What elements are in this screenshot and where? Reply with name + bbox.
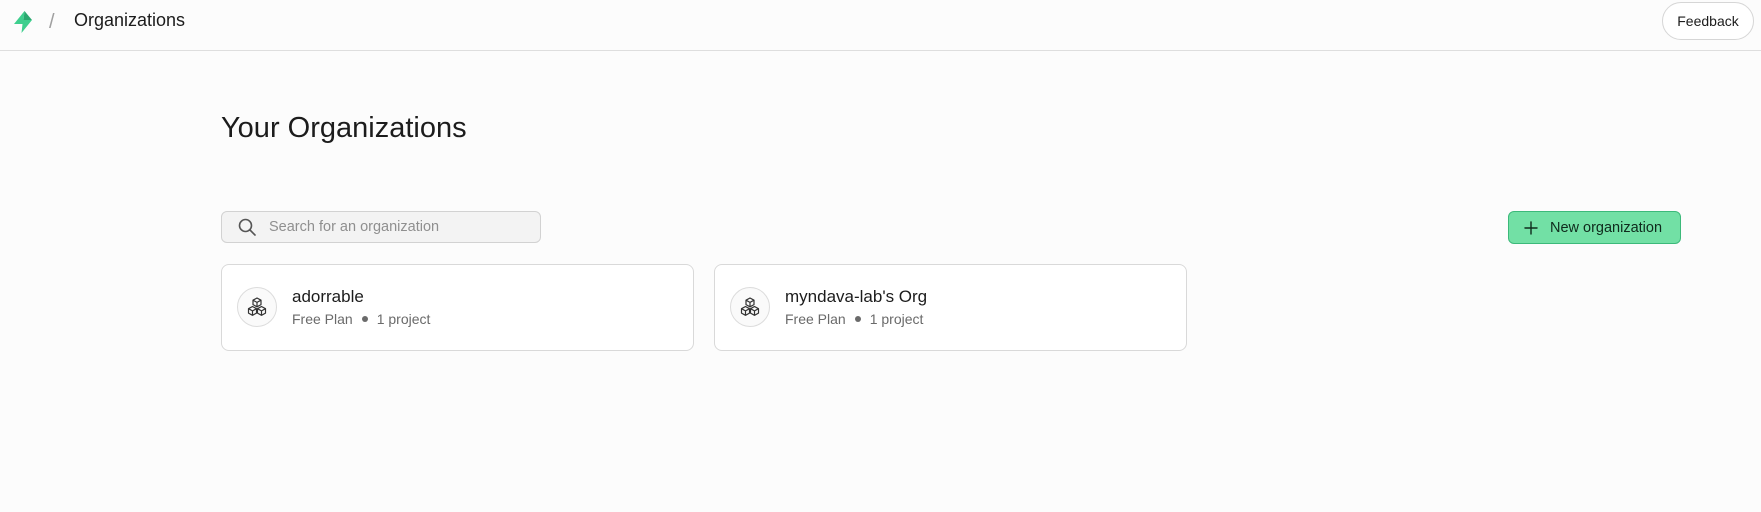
feedback-button[interactable]: Feedback <box>1662 2 1754 40</box>
organization-card[interactable]: adorrable Free Plan 1 project <box>221 264 694 351</box>
organization-project-count: 1 project <box>869 311 924 327</box>
organization-name: myndava-lab's Org <box>785 287 928 306</box>
organization-card[interactable]: myndava-lab's Org Free Plan 1 project <box>714 264 1187 351</box>
breadcrumb-organizations[interactable]: Organizations <box>74 10 185 31</box>
cubes-icon <box>247 297 267 316</box>
organization-meta: Free Plan 1 project <box>785 311 923 327</box>
plus-icon <box>1524 220 1538 235</box>
new-organization-button[interactable]: New organization <box>1508 211 1681 244</box>
top-navigation-bar: / Organizations Feedback <box>0 0 1761 51</box>
cubes-icon <box>740 297 760 316</box>
organization-project-count: 1 project <box>376 311 431 327</box>
breadcrumb-separator: / <box>49 11 55 33</box>
organization-plan: Free Plan <box>292 311 353 327</box>
organization-name: adorrable <box>292 287 364 306</box>
organization-plan: Free Plan <box>785 311 846 327</box>
organization-avatar <box>730 287 770 327</box>
page-title: Your Organizations <box>221 112 467 144</box>
organization-avatar <box>237 287 277 327</box>
supabase-logo-icon[interactable] <box>10 9 36 35</box>
search-box[interactable] <box>221 211 541 243</box>
search-input[interactable] <box>269 219 519 235</box>
organization-meta: Free Plan 1 project <box>292 311 430 327</box>
search-icon <box>238 218 256 236</box>
separator-dot <box>854 316 861 322</box>
new-organization-label: New organization <box>1550 219 1663 236</box>
separator-dot <box>361 316 368 322</box>
